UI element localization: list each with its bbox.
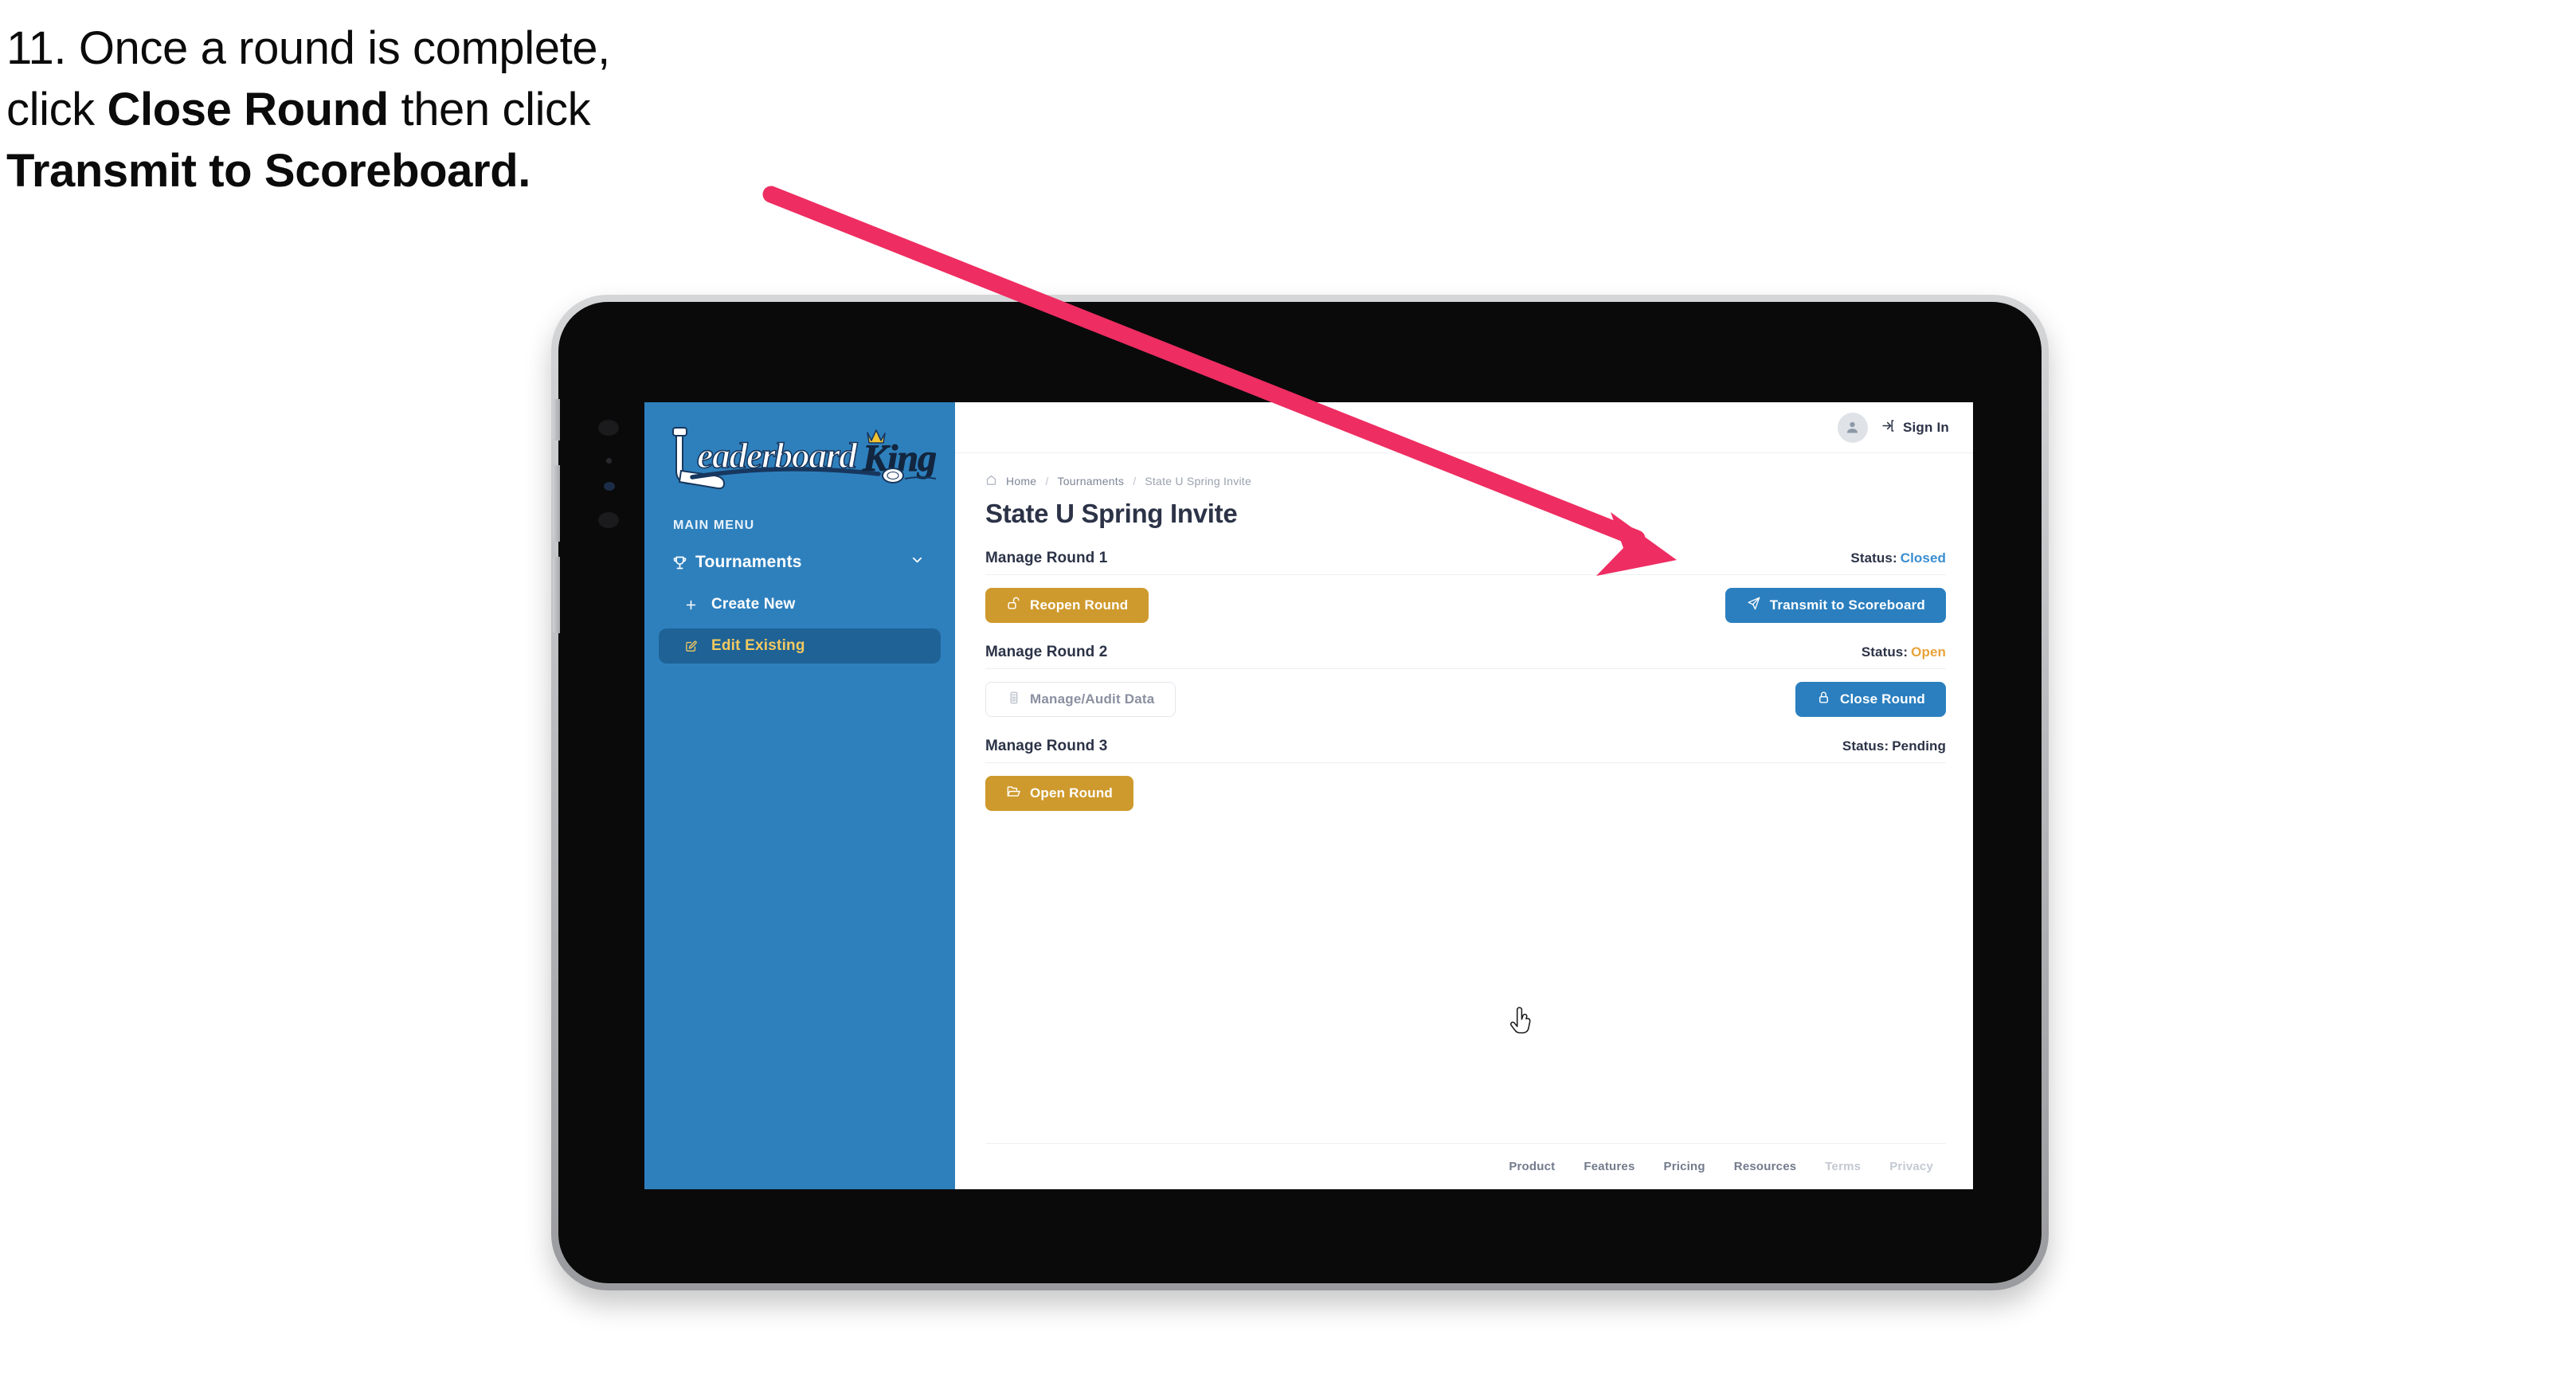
reopen-round-label: Reopen Round [1030,597,1129,613]
clipboard-icon [1007,691,1021,709]
round-1-status-label: Status: [1850,550,1897,566]
round-3-actions: Open Round [985,776,1946,811]
instruction-caption: 11. Once a round is complete, click Clos… [6,18,883,202]
footer-link-pricing[interactable]: Pricing [1664,1160,1705,1173]
round-2-status-value: Open [1911,644,1946,660]
tablet-side-button-volume-down [553,557,560,633]
round-1-header: Manage Round 1 Status: Closed [985,550,1946,575]
sidebar-item-edit-existing[interactable]: Edit Existing [659,628,941,664]
footer-link-features[interactable]: Features [1584,1160,1634,1173]
transmit-to-scoreboard-label: Transmit to Scoreboard [1769,597,1925,613]
caption-line-3-bold: Transmit to Scoreboard. [6,145,530,198]
trophy-icon [671,554,695,571]
caption-step-number: 11. [6,22,67,74]
sidebar-item-create-new-label: Create New [711,596,796,613]
round-1-status: Status: Closed [1850,550,1946,566]
screenshot-stage: 11. Once a round is complete, click Clos… [0,0,2576,1386]
top-bar: Sign In [955,402,1973,453]
round-3-status: Status: Pending [1842,738,1946,754]
caption-line-2-suffix: then click [388,84,591,136]
round-3-name: Manage Round 3 [985,738,1108,754]
leaderboard-king-logo[interactable]: eaderboard King [662,421,942,495]
sidebar-item-tournaments[interactable]: Tournaments [659,544,941,581]
transmit-to-scoreboard-button[interactable]: Transmit to Scoreboard [1725,588,1946,623]
tablet-speaker-dot-top [598,420,619,436]
round-section-3: Manage Round 3 Status: Pending Open Roun… [985,738,1946,811]
tablet-camera-dot [604,482,615,491]
breadcrumb-item-tournaments[interactable]: Tournaments [1058,475,1125,487]
round-3-status-label: Status: [1842,738,1889,754]
open-round-button[interactable]: Open Round [985,776,1133,811]
round-1-actions: Reopen Round Transmit to Scoreboard [985,588,1946,623]
page-title: State U Spring Invite [985,499,1238,528]
sidebar-section-label: MAIN MENU [673,519,755,532]
sign-in-arrow-icon [1881,418,1896,437]
close-round-button[interactable]: Close Round [1795,682,1946,717]
round-1-status-value: Closed [1900,550,1946,566]
reopen-round-button[interactable]: Reopen Round [985,588,1149,623]
footer-link-product[interactable]: Product [1509,1160,1555,1173]
round-3-header: Manage Round 3 Status: Pending [985,738,1946,763]
main-content: Sign In Home / Tournaments / State U Spr… [955,402,1973,1189]
plus-icon [684,598,711,612]
manage-audit-data-button[interactable]: Manage/Audit Data [985,682,1176,717]
sign-in-label: Sign In [1902,419,1949,435]
caption-line-2-bold: Close Round [107,84,390,136]
footer-link-privacy[interactable]: Privacy [1889,1160,1933,1173]
breadcrumb-item-home[interactable]: Home [1006,475,1036,487]
unlock-icon [1006,596,1021,615]
tablet-screen: eaderboard King MAIN MENU Tournaments Cr… [644,402,1973,1189]
paper-plane-icon [1746,596,1761,615]
sidebar-item-create-new[interactable]: Create New [659,587,941,622]
footer-link-terms[interactable]: Terms [1825,1160,1861,1173]
round-2-status: Status: Open [1862,644,1946,660]
tablet-body: eaderboard King MAIN MENU Tournaments Cr… [553,302,2042,1283]
footer-link-resources[interactable]: Resources [1734,1160,1797,1173]
breadcrumb: Home / Tournaments / State U Spring Invi… [985,474,1946,488]
round-2-header: Manage Round 2 Status: Open [985,644,1946,669]
round-2-name: Manage Round 2 [985,644,1108,660]
lock-icon [1816,690,1831,709]
sign-in-button[interactable]: Sign In [1881,418,1949,437]
caption-line-2-prefix: click [6,84,108,136]
round-2-status-label: Status: [1861,644,1909,660]
close-round-label: Close Round [1839,691,1925,707]
round-3-status-value: Pending [1892,738,1946,754]
user-avatar-icon[interactable] [1837,412,1868,443]
sidebar-item-tournaments-label: Tournaments [695,553,802,571]
manage-audit-data-label: Manage/Audit Data [1030,691,1155,707]
breadcrumb-item-current: State U Spring Invite [1145,475,1251,487]
tablet-device: eaderboard King MAIN MENU Tournaments Cr… [551,295,2049,1290]
chevron-down-icon[interactable] [910,553,925,573]
open-folder-icon [1006,784,1021,803]
tablet-sensor-dot [606,458,612,464]
home-icon[interactable] [985,474,997,488]
tablet-speaker-dot-bottom [598,512,619,528]
round-section-2: Manage Round 2 Status: Open Manage/Audit… [985,644,1946,717]
tablet-side-button-volume-up [553,465,560,542]
breadcrumb-separator-1: / [1045,475,1049,487]
footer-links: Product Features Pricing Resources Terms… [985,1143,1946,1189]
caption-line-1: Once a round is complete, [78,22,610,74]
sidebar-item-edit-existing-label: Edit Existing [711,637,805,654]
round-2-actions: Manage/Audit Data Close Round [985,682,1946,717]
tablet-side-button-power [553,399,560,440]
round-1-name: Manage Round 1 [985,550,1108,566]
breadcrumb-separator-2: / [1133,475,1137,487]
open-round-label: Open Round [1030,785,1113,801]
page-body: Home / Tournaments / State U Spring Invi… [955,453,1973,1189]
sidebar: eaderboard King MAIN MENU Tournaments Cr… [644,402,955,1189]
round-section-1: Manage Round 1 Status: Closed Reopen Rou… [985,550,1946,623]
pencil-square-icon [684,640,711,653]
